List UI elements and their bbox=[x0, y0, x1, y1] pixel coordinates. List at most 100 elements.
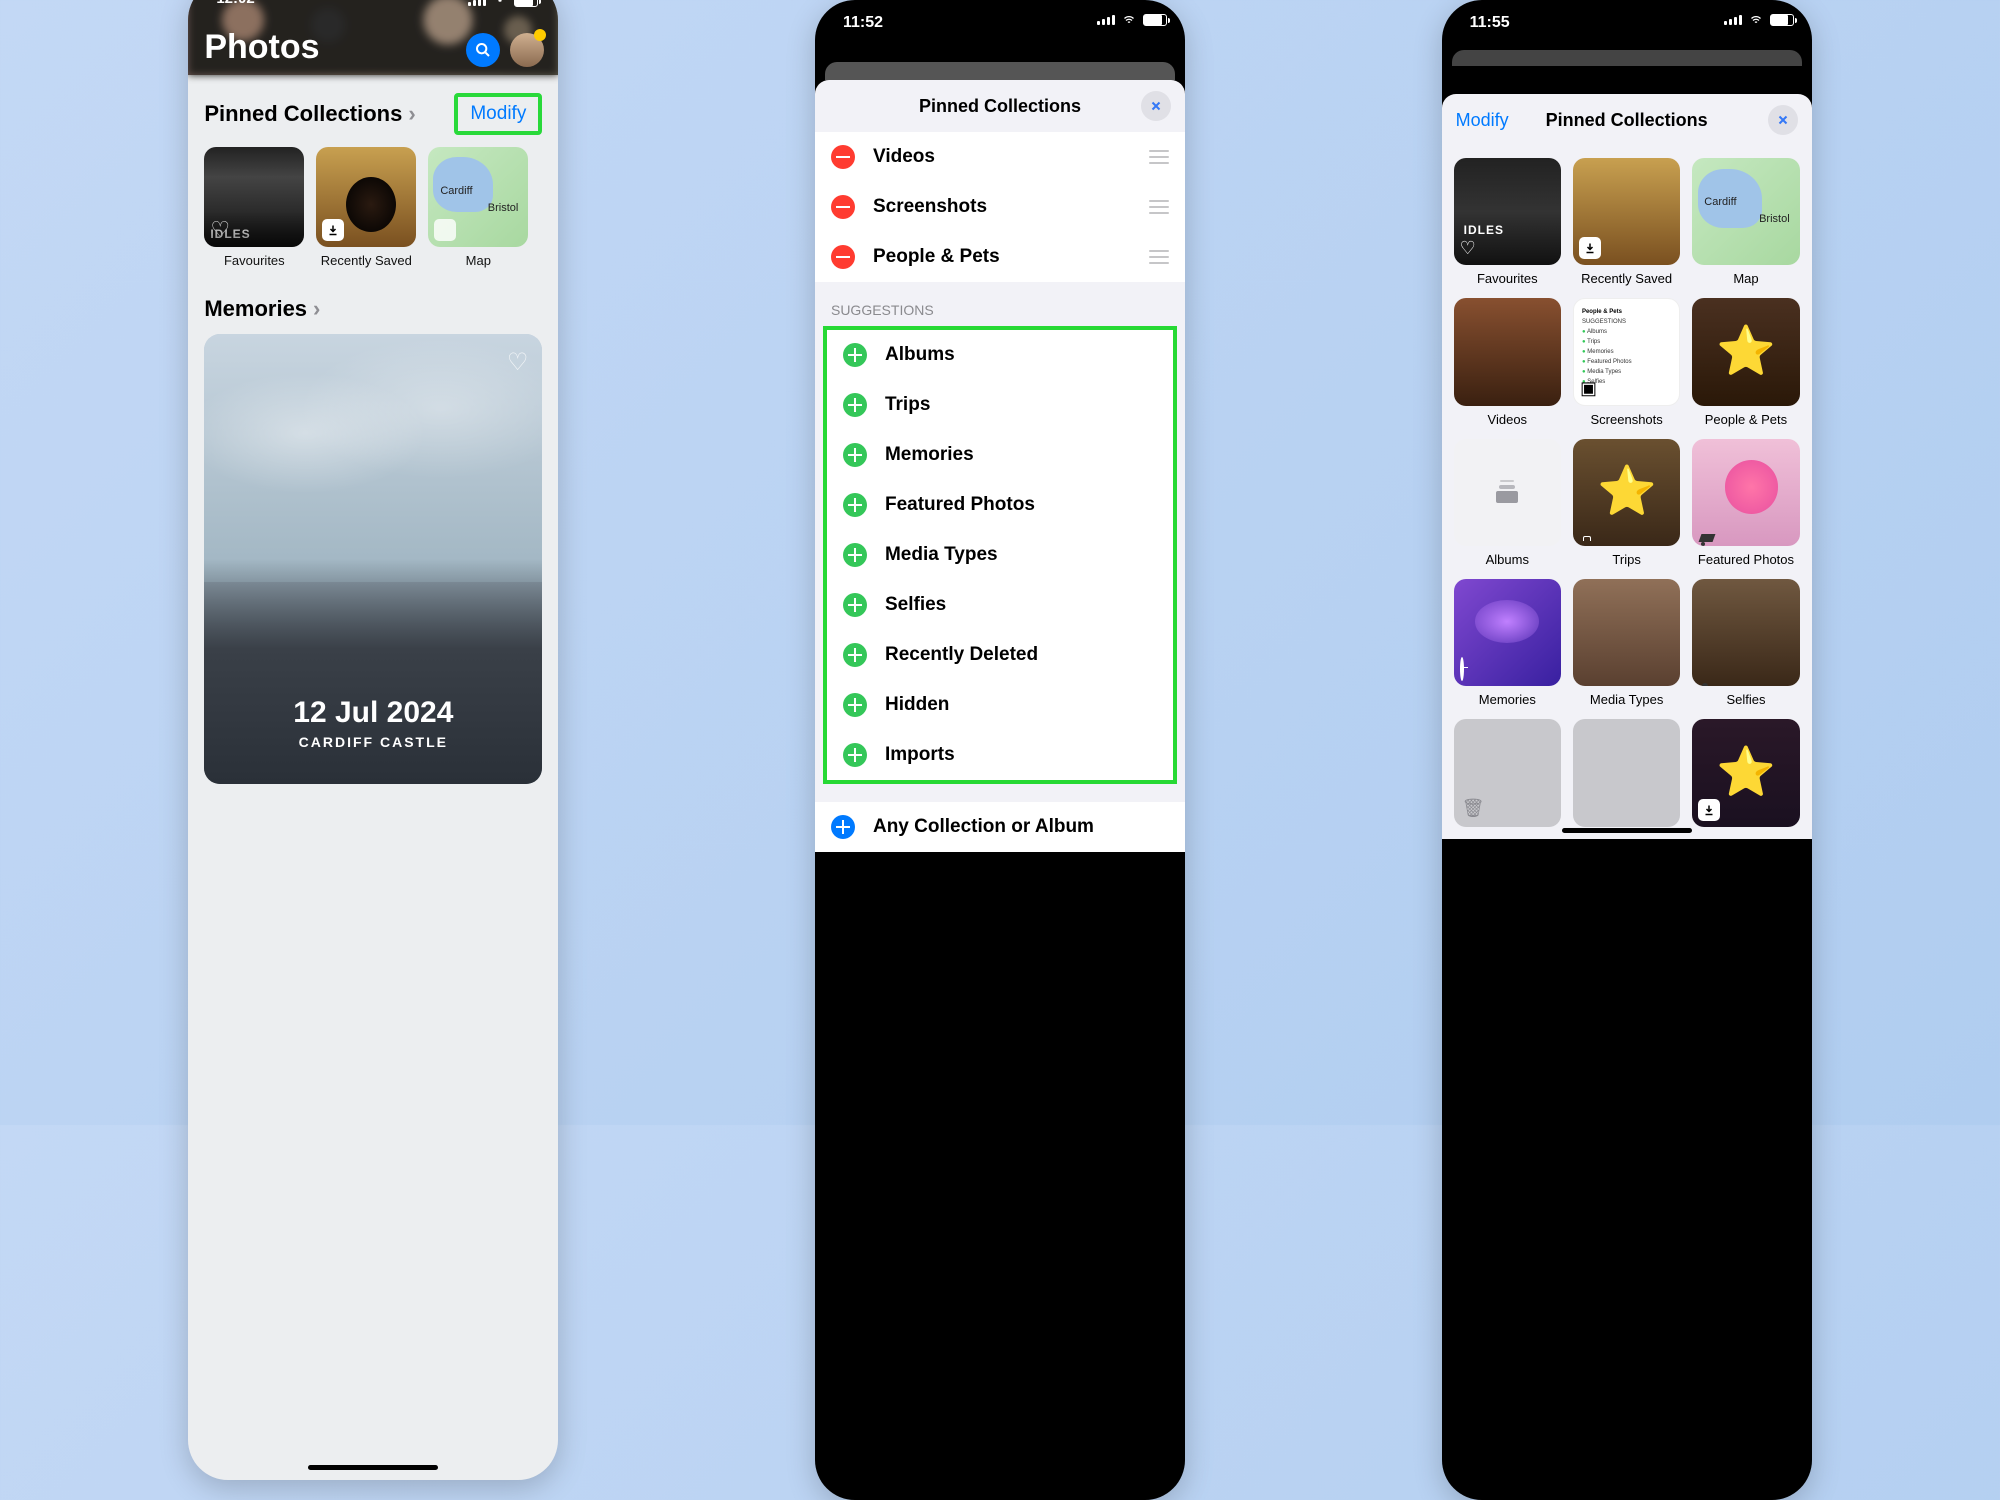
cell-map[interactable]: Cardiff Bristol Map bbox=[1692, 158, 1799, 286]
add-icon[interactable] bbox=[843, 343, 867, 367]
cell-imports[interactable]: ⭐ bbox=[1692, 719, 1799, 826]
wifi-icon bbox=[492, 0, 508, 11]
close-button[interactable] bbox=[1141, 91, 1171, 121]
drag-handle-icon[interactable] bbox=[1149, 200, 1169, 214]
battery-icon bbox=[1770, 14, 1794, 26]
sheet-header: Pinned Collections bbox=[815, 80, 1185, 132]
add-icon[interactable] bbox=[843, 543, 867, 567]
home-indicator[interactable] bbox=[1562, 828, 1692, 833]
cell-albums[interactable]: Albums bbox=[1454, 439, 1561, 567]
add-icon[interactable] bbox=[843, 493, 867, 517]
rewind-time-icon bbox=[1460, 659, 1464, 680]
home-indicator[interactable] bbox=[308, 1465, 438, 1470]
map-city-cardiff: Cardiff bbox=[440, 185, 472, 197]
status-icons bbox=[1724, 14, 1794, 26]
any-collection-row[interactable]: Any Collection or Album bbox=[815, 802, 1185, 852]
status-time: 11:55 bbox=[1470, 14, 1510, 32]
add-icon[interactable] bbox=[843, 643, 867, 667]
heart-icon: ♡ bbox=[1460, 238, 1476, 259]
status-icons bbox=[1097, 14, 1167, 26]
add-icon[interactable] bbox=[831, 815, 855, 839]
star-icon: ⭐ bbox=[1716, 744, 1776, 802]
add-icon[interactable] bbox=[843, 443, 867, 467]
cell-media-types[interactable]: Media Types bbox=[1573, 579, 1680, 707]
photos-header: 12:02 Photos bbox=[188, 0, 558, 75]
pinned-collections-heading[interactable]: Pinned Collections › bbox=[204, 101, 415, 127]
suggestion-row-hidden[interactable]: Hidden bbox=[827, 680, 1173, 730]
suggestion-row-recently-deleted[interactable]: Recently Deleted bbox=[827, 630, 1173, 680]
chevron-right-icon: › bbox=[313, 296, 320, 322]
suggestion-row-albums[interactable]: Albums bbox=[827, 330, 1173, 380]
close-icon bbox=[1149, 99, 1163, 113]
idles-logo: IDLES bbox=[210, 227, 250, 241]
add-icon[interactable] bbox=[843, 393, 867, 417]
phone-screenshot-3: 11:55 Modify Pinned Collections IDLES♡ F… bbox=[1442, 0, 1812, 1500]
suggestion-row-featured-photos[interactable]: Featured Photos bbox=[827, 480, 1173, 530]
cell-hidden[interactable] bbox=[1573, 719, 1680, 826]
phone-screenshot-2: 11:52 Pinned Collections Videos bbox=[815, 0, 1185, 1500]
map-fold-icon bbox=[434, 219, 456, 241]
download-icon bbox=[1698, 799, 1720, 821]
status-icons bbox=[468, 0, 538, 11]
cell-memories[interactable]: Memories bbox=[1454, 579, 1561, 707]
modify-button[interactable]: Modify bbox=[1456, 110, 1509, 131]
cell-signal-icon bbox=[468, 0, 486, 6]
memory-date: 12 Jul 2024 bbox=[204, 696, 542, 730]
close-icon bbox=[1776, 113, 1790, 127]
memory-card[interactable]: ♡ 12 Jul 2024 CARDIFF CASTLE bbox=[204, 334, 542, 784]
cell-featured-photos[interactable]: Featured Photos bbox=[1692, 439, 1799, 567]
suggestion-row-imports[interactable]: Imports bbox=[827, 730, 1173, 780]
pinned-tiles-row[interactable]: ♡ IDLES Favourites Recently Saved Cardif… bbox=[204, 147, 542, 268]
albums-stack-icon bbox=[1493, 481, 1521, 503]
add-icon[interactable] bbox=[843, 693, 867, 717]
map-city-cardiff: Cardiff bbox=[1704, 196, 1736, 208]
sheet-title: Pinned Collections bbox=[1546, 110, 1708, 131]
memory-location: CARDIFF CASTLE bbox=[204, 734, 542, 750]
tile-favourites[interactable]: ♡ IDLES Favourites bbox=[204, 147, 304, 268]
drag-handle-icon[interactable] bbox=[1149, 150, 1169, 164]
cell-videos[interactable]: Videos bbox=[1454, 298, 1561, 426]
screenshot-preview: People & Pets SUGGESTIONS ● Albums ● Tri… bbox=[1582, 307, 1671, 387]
collections-grid[interactable]: IDLES♡ Favourites Recently Saved Cardiff… bbox=[1442, 146, 1812, 839]
tile-recently-saved[interactable]: Recently Saved bbox=[316, 147, 416, 268]
modify-highlight: Modify bbox=[454, 93, 542, 135]
suggestions-heading: SUGGESTIONS bbox=[815, 282, 1185, 326]
cell-people-pets[interactable]: ⭐ People & Pets bbox=[1692, 298, 1799, 426]
suggestion-row-selfies[interactable]: Selfies bbox=[827, 580, 1173, 630]
close-button[interactable] bbox=[1768, 105, 1798, 135]
cell-trips[interactable]: ⭐ Trips bbox=[1573, 439, 1680, 567]
add-icon[interactable] bbox=[843, 593, 867, 617]
suggestion-row-trips[interactable]: Trips bbox=[827, 380, 1173, 430]
home-indicator[interactable] bbox=[935, 1493, 1065, 1498]
download-icon bbox=[1579, 237, 1601, 259]
suggestion-row-media-types[interactable]: Media Types bbox=[827, 530, 1173, 580]
remove-icon[interactable] bbox=[831, 145, 855, 169]
search-button[interactable] bbox=[466, 33, 500, 67]
trash-icon: 🗑 bbox=[1462, 798, 1485, 819]
cell-signal-icon bbox=[1724, 15, 1742, 25]
memories-heading[interactable]: Memories › bbox=[204, 296, 542, 322]
remove-icon[interactable] bbox=[831, 195, 855, 219]
modify-button[interactable]: Modify bbox=[470, 103, 526, 124]
download-icon bbox=[322, 219, 344, 241]
pinned-row-people-pets[interactable]: People & Pets bbox=[815, 232, 1185, 282]
cell-screenshots[interactable]: People & Pets SUGGESTIONS ● Albums ● Tri… bbox=[1573, 298, 1680, 426]
cell-favourites[interactable]: IDLES♡ Favourites bbox=[1454, 158, 1561, 286]
suggestion-row-memories[interactable]: Memories bbox=[827, 430, 1173, 480]
favourite-heart-icon[interactable]: ♡ bbox=[507, 348, 529, 377]
drag-handle-icon[interactable] bbox=[1149, 250, 1169, 264]
remove-icon[interactable] bbox=[831, 245, 855, 269]
search-icon bbox=[475, 42, 491, 58]
add-icon[interactable] bbox=[843, 743, 867, 767]
pinned-row-screenshots[interactable]: Screenshots bbox=[815, 182, 1185, 232]
star-icon: ⭐ bbox=[1716, 323, 1776, 381]
battery-icon bbox=[1143, 14, 1167, 26]
pinned-row-videos[interactable]: Videos bbox=[815, 132, 1185, 182]
battery-icon bbox=[514, 0, 538, 7]
status-time: 12:02 bbox=[216, 0, 254, 7]
cell-recently-deleted[interactable]: 🗑 bbox=[1454, 719, 1561, 826]
cell-selfies[interactable]: Selfies bbox=[1692, 579, 1799, 707]
profile-avatar[interactable] bbox=[510, 33, 544, 67]
cell-recently-saved[interactable]: Recently Saved bbox=[1573, 158, 1680, 286]
tile-map[interactable]: Cardiff Bristol Map bbox=[428, 147, 528, 268]
